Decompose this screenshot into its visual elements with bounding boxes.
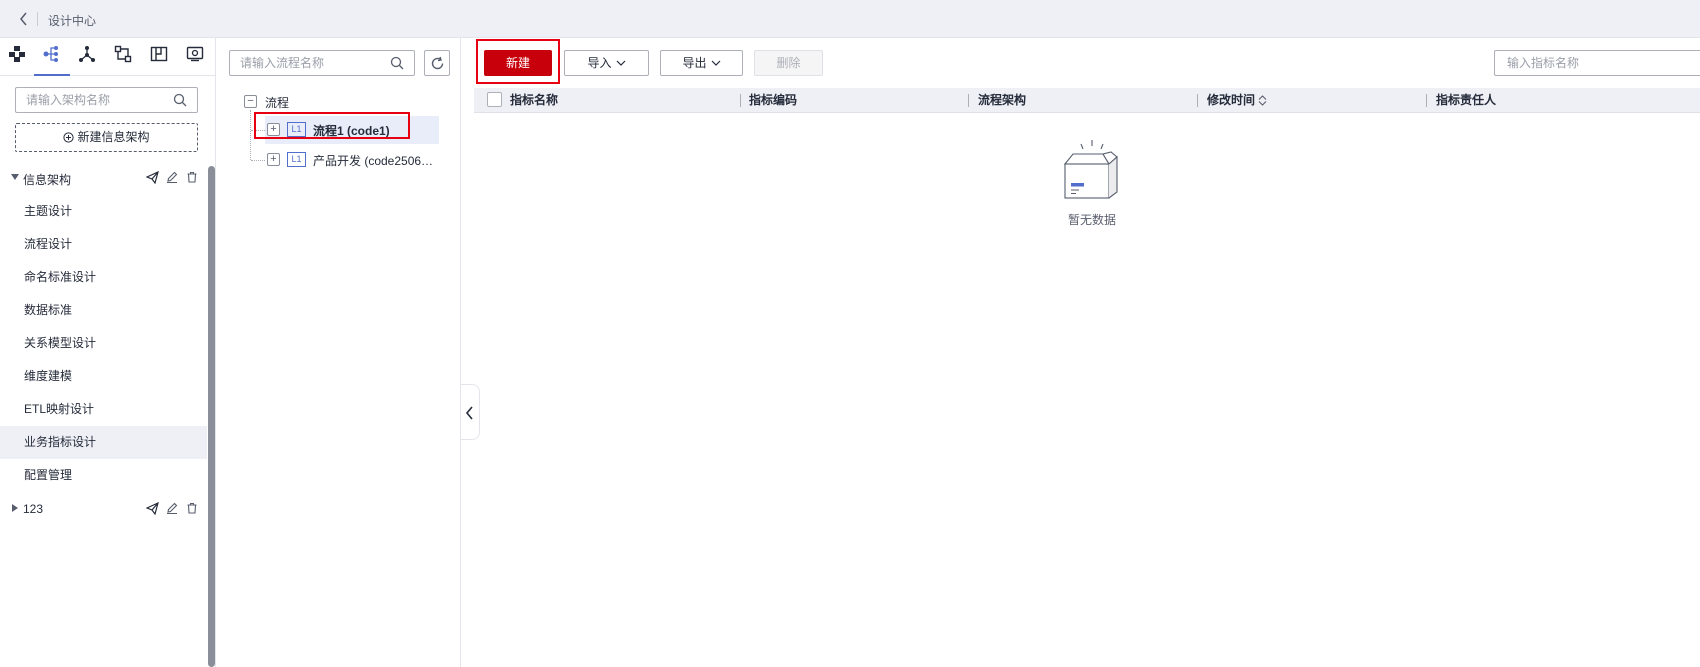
column-divider[interactable] bbox=[968, 94, 969, 107]
nav-item-naming-standard[interactable]: 命名标准设计 bbox=[0, 261, 207, 294]
delete-icon[interactable] bbox=[186, 502, 198, 514]
new-architecture-button[interactable]: 新建信息架构 bbox=[15, 123, 198, 152]
new-architecture-label: 新建信息架构 bbox=[77, 130, 150, 144]
architecture-search bbox=[15, 87, 198, 113]
nav-item-process-design[interactable]: 流程设计 bbox=[0, 228, 207, 261]
preview-icon bbox=[186, 46, 204, 62]
collapse-icon[interactable]: − bbox=[244, 95, 257, 108]
highlight-box bbox=[476, 39, 560, 84]
edit-icon[interactable] bbox=[166, 171, 178, 183]
search-icon[interactable] bbox=[173, 93, 187, 107]
architecture-group-2-label: 123 bbox=[23, 502, 44, 516]
architecture-group-2[interactable]: 123 bbox=[0, 494, 207, 524]
tree-node-label: 产品开发 (code2506… bbox=[313, 154, 434, 168]
edit-icon[interactable] bbox=[166, 502, 178, 514]
tab-architecture[interactable] bbox=[0, 38, 36, 76]
column-header-metric-name[interactable]: 指标名称 bbox=[510, 88, 558, 112]
column-divider[interactable] bbox=[740, 94, 741, 107]
top-bar: 设计中心 bbox=[0, 0, 1700, 38]
architecture-icon bbox=[9, 46, 25, 62]
column-divider[interactable] bbox=[1197, 94, 1198, 107]
column-header-owner[interactable]: 指标责任人 bbox=[1436, 88, 1496, 112]
sidebar-icon-tabs bbox=[0, 38, 216, 76]
sidebar: 新建信息架构 信息架构 主题设计 流程设计 命名标准设计 数据标准 关系模型设计… bbox=[0, 38, 216, 667]
nav-item-dimensional-model[interactable]: 维度建模 bbox=[0, 360, 207, 393]
tree-node-product-dev[interactable]: + L1 产品开发 (code2506… bbox=[265, 146, 439, 174]
layout-icon bbox=[150, 46, 168, 62]
tab-layout[interactable] bbox=[142, 38, 178, 76]
process-tree-icon bbox=[43, 46, 58, 62]
nav-item-topic-design[interactable]: 主题设计 bbox=[0, 195, 207, 228]
tab-data-flow[interactable] bbox=[106, 38, 142, 76]
table-header: 指标名称 指标编码 流程架构 修改时间 指标责任人 bbox=[474, 88, 1700, 113]
metric-search-input[interactable] bbox=[1495, 51, 1695, 75]
process-tree-panel: − 流程 + L1 流程1 (code1) + L1 产品开发 (code250… bbox=[217, 38, 461, 667]
search-icon[interactable] bbox=[390, 56, 404, 70]
modified-time-label: 修改时间 bbox=[1207, 93, 1256, 107]
chevron-down-icon bbox=[616, 60, 625, 66]
tree-root-label: 流程 bbox=[265, 96, 290, 110]
nav-item-etl-mapping[interactable]: ETL映射设计 bbox=[0, 393, 207, 426]
tree-connector bbox=[250, 110, 251, 160]
empty-box-icon bbox=[1063, 140, 1118, 199]
plus-circle-icon bbox=[63, 132, 75, 143]
tab-preview[interactable] bbox=[178, 38, 214, 76]
empty-state: 暂无数据 bbox=[1052, 138, 1132, 228]
main-content: 新建 导入 导出 删除 指标名称 指标编码 流程架构 修改时间 指标责任人 暂无… bbox=[462, 38, 1700, 667]
page-title: 设计中心 bbox=[48, 14, 97, 28]
level-tag: L1 bbox=[287, 152, 306, 167]
architecture-group-label: 信息架构 bbox=[23, 173, 72, 187]
architecture-search-input[interactable] bbox=[16, 88, 166, 112]
nav-item-business-metrics[interactable]: 业务指标设计 bbox=[0, 426, 207, 459]
highlight-box bbox=[254, 112, 410, 139]
delete-button[interactable]: 删除 bbox=[754, 50, 823, 76]
delete-icon[interactable] bbox=[186, 171, 198, 183]
process-search-input[interactable] bbox=[230, 51, 380, 75]
caret-down-icon[interactable] bbox=[11, 174, 19, 180]
tab-process-tree[interactable] bbox=[34, 38, 70, 76]
column-header-process-arch[interactable]: 流程架构 bbox=[978, 88, 1026, 112]
sidebar-scrollbar[interactable] bbox=[208, 166, 215, 667]
export-label: 导出 bbox=[682, 56, 707, 70]
expand-icon[interactable]: + bbox=[267, 153, 280, 166]
sort-icon[interactable] bbox=[1258, 95, 1267, 106]
chevron-down-icon bbox=[711, 60, 720, 66]
import-label: 导入 bbox=[587, 56, 612, 70]
nav-item-data-standard[interactable]: 数据标准 bbox=[0, 294, 207, 327]
data-flow-icon bbox=[114, 45, 132, 63]
refresh-icon bbox=[431, 56, 444, 70]
empty-state-text: 暂无数据 bbox=[1067, 213, 1116, 227]
publish-icon[interactable] bbox=[146, 502, 159, 515]
nav-item-config-management[interactable]: 配置管理 bbox=[0, 459, 207, 492]
architecture-group[interactable]: 信息架构 bbox=[0, 163, 207, 193]
network-icon bbox=[79, 46, 95, 62]
refresh-button[interactable] bbox=[424, 50, 450, 76]
back-arrow-icon[interactable] bbox=[18, 11, 30, 27]
title-divider bbox=[37, 12, 38, 26]
column-header-metric-code[interactable]: 指标编码 bbox=[749, 88, 797, 112]
nav-item-relational-model[interactable]: 关系模型设计 bbox=[0, 327, 207, 360]
process-search bbox=[229, 50, 415, 76]
publish-icon[interactable] bbox=[146, 171, 159, 184]
tab-network[interactable] bbox=[70, 38, 106, 76]
caret-right-icon[interactable] bbox=[12, 504, 18, 512]
import-button[interactable]: 导入 bbox=[564, 50, 649, 76]
metric-search bbox=[1494, 50, 1700, 76]
column-divider[interactable] bbox=[1426, 94, 1427, 107]
column-header-modified-time[interactable]: 修改时间 bbox=[1207, 88, 1267, 112]
tree-connector bbox=[251, 160, 265, 161]
select-all-checkbox[interactable] bbox=[487, 92, 502, 107]
export-button[interactable]: 导出 bbox=[660, 50, 743, 76]
